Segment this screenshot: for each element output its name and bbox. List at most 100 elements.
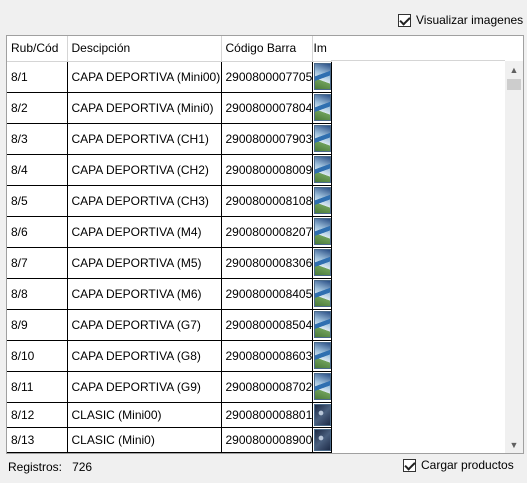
cell-code[interactable]: 8/1 — [7, 61, 68, 93]
table-row[interactable]: 8/1 CAPA DEPORTIVA (Mini00) 2900800007705 — [7, 61, 332, 93]
cell-barcode[interactable]: 2900800008306 — [221, 247, 313, 279]
cell-description[interactable]: CAPA DEPORTIVA (G7) — [67, 309, 222, 341]
cell-barcode[interactable]: 2900800008009 — [221, 154, 313, 186]
table-row[interactable]: 8/3 CAPA DEPORTIVA (CH1) 2900800007903 — [7, 123, 332, 155]
cell-barcode[interactable]: 2900800008900 — [221, 427, 313, 453]
cell-code[interactable]: 8/2 — [7, 92, 68, 124]
cell-code[interactable]: 8/3 — [7, 123, 68, 155]
table-row[interactable]: 8/7 CAPA DEPORTIVA (M5) 2900800008306 — [7, 247, 332, 279]
thumb-icon — [313, 218, 330, 245]
thumb-icon — [313, 94, 330, 121]
cell-barcode[interactable]: 2900800008603 — [221, 340, 313, 372]
cell-description[interactable]: CAPA DEPORTIVA (M6) — [67, 278, 222, 310]
header-filler — [331, 36, 505, 61]
cell-barcode[interactable]: 2900800008702 — [221, 371, 313, 403]
top-toolbar: Visualizar imagenes — [0, 0, 527, 34]
cell-code[interactable]: 8/13 — [7, 427, 68, 453]
column-header-image[interactable]: Im — [312, 36, 332, 62]
table-row[interactable]: 8/11 CAPA DEPORTIVA (G9) 2900800008702 — [7, 371, 332, 403]
cell-image[interactable] — [312, 92, 332, 124]
header-row: Rub/Cód Descipción Código Barra Im — [7, 36, 332, 62]
thumb-icon — [313, 280, 330, 307]
cell-image[interactable] — [312, 278, 332, 310]
cell-code[interactable]: 8/4 — [7, 154, 68, 186]
table-body: 8/1 CAPA DEPORTIVA (Mini00) 2900800007705 8… — [7, 61, 332, 453]
checkbox-checked-icon[interactable] — [398, 13, 411, 27]
thumb-icon — [313, 342, 330, 369]
vertical-scrollbar[interactable]: ▲ ▼ — [505, 61, 523, 453]
cell-barcode[interactable]: 2900800008207 — [221, 216, 313, 248]
cell-description[interactable]: CAPA DEPORTIVA (G8) — [67, 340, 222, 372]
show-images-label: Visualizar imagenes — [416, 13, 524, 27]
table-row[interactable]: 8/10 CAPA DEPORTIVA (G8) 2900800008603 — [7, 340, 332, 372]
thumb-dark-icon — [313, 403, 330, 426]
scroll-down-icon[interactable]: ▼ — [505, 436, 523, 453]
cell-image[interactable] — [312, 309, 332, 341]
cell-image[interactable] — [312, 154, 332, 186]
column-header-code[interactable]: Rub/Cód — [7, 36, 68, 62]
cell-barcode[interactable]: 2900800007903 — [221, 123, 313, 155]
cell-description[interactable]: CAPA DEPORTIVA (CH3) — [67, 185, 222, 217]
cell-code[interactable]: 8/11 — [7, 371, 68, 403]
cell-description[interactable]: CAPA DEPORTIVA (Mini0) — [67, 92, 222, 124]
cell-description[interactable]: CAPA DEPORTIVA (M5) — [67, 247, 222, 279]
table-row[interactable]: 8/13 CLASIC (Mini0) 2900800008900 — [7, 427, 332, 453]
records-label: Registros: — [8, 460, 63, 474]
thumb-icon — [313, 249, 330, 276]
cell-image[interactable] — [312, 371, 332, 403]
cell-image[interactable] — [312, 185, 332, 217]
column-header-description[interactable]: Descipción — [67, 36, 222, 62]
cell-code[interactable]: 8/8 — [7, 278, 68, 310]
cell-barcode[interactable]: 2900800007705 — [221, 61, 313, 93]
cell-barcode[interactable]: 2900800007804 — [221, 92, 313, 124]
cell-code[interactable]: 8/9 — [7, 309, 68, 341]
cell-code[interactable]: 8/6 — [7, 216, 68, 248]
cell-image[interactable] — [312, 340, 332, 372]
cell-code[interactable]: 8/12 — [7, 402, 68, 428]
load-products-label: Cargar productos — [421, 458, 514, 472]
cell-description[interactable]: CLASIC (Mini00) — [67, 402, 222, 428]
thumb-icon — [313, 156, 330, 183]
products-table: Rub/Cód Descipción Código Barra Im 8/1 CA… — [7, 36, 332, 453]
cell-image[interactable] — [312, 402, 332, 428]
table-row[interactable]: 8/5 CAPA DEPORTIVA (CH3) 2900800008108 — [7, 185, 332, 217]
cell-description[interactable]: CAPA DEPORTIVA (Mini00) — [67, 61, 222, 93]
cell-image[interactable] — [312, 216, 332, 248]
scrollbar-thumb[interactable] — [507, 79, 521, 90]
thumb-icon — [313, 373, 330, 400]
cell-barcode[interactable]: 2900800008405 — [221, 278, 313, 310]
cell-image[interactable] — [312, 61, 332, 93]
cell-image[interactable] — [312, 427, 332, 453]
table-row[interactable]: 8/4 CAPA DEPORTIVA (CH2) 2900800008009 — [7, 154, 332, 186]
thumb-dark-icon — [313, 428, 330, 451]
cell-description[interactable]: CAPA DEPORTIVA (CH1) — [67, 123, 222, 155]
checkbox-checked-icon[interactable] — [403, 458, 416, 472]
cell-description[interactable]: CLASIC (Mini0) — [67, 427, 222, 453]
cell-barcode[interactable]: 2900800008108 — [221, 185, 313, 217]
thumb-icon — [313, 187, 330, 214]
table-row[interactable]: 8/2 CAPA DEPORTIVA (Mini0) 2900800007804 — [7, 92, 332, 124]
cell-image[interactable] — [312, 247, 332, 279]
column-header-barcode[interactable]: Código Barra — [221, 36, 313, 62]
table-row[interactable]: 8/6 CAPA DEPORTIVA (M4) 2900800008207 — [7, 216, 332, 248]
scroll-up-icon[interactable]: ▲ — [505, 61, 523, 78]
cell-description[interactable]: CAPA DEPORTIVA (CH2) — [67, 154, 222, 186]
cell-barcode[interactable]: 2900800008504 — [221, 309, 313, 341]
cell-image[interactable] — [312, 123, 332, 155]
cell-code[interactable]: 8/10 — [7, 340, 68, 372]
thumb-icon — [313, 63, 330, 90]
records-count: 726 — [72, 460, 93, 474]
cell-description[interactable]: CAPA DEPORTIVA (M4) — [67, 216, 222, 248]
cell-code[interactable]: 8/5 — [7, 185, 68, 217]
products-grid: Rub/Cód Descipción Código Barra Im 8/1 CA… — [6, 35, 524, 454]
table-row[interactable]: 8/8 CAPA DEPORTIVA (M6) 2900800008405 — [7, 278, 332, 310]
grid-viewport: Rub/Cód Descipción Código Barra Im 8/1 CA… — [7, 36, 505, 453]
table-row[interactable]: 8/12 CLASIC (Mini00) 2900800008801 — [7, 402, 332, 428]
cell-code[interactable]: 8/7 — [7, 247, 68, 279]
cell-barcode[interactable]: 2900800008801 — [221, 402, 313, 428]
show-images-checkbox[interactable]: Visualizar imagenes — [398, 13, 523, 27]
thumb-icon — [313, 311, 330, 338]
table-row[interactable]: 8/9 CAPA DEPORTIVA (G7) 2900800008504 — [7, 309, 332, 341]
cell-description[interactable]: CAPA DEPORTIVA (G9) — [67, 371, 222, 403]
load-products-checkbox[interactable]: Cargar productos — [403, 458, 514, 472]
